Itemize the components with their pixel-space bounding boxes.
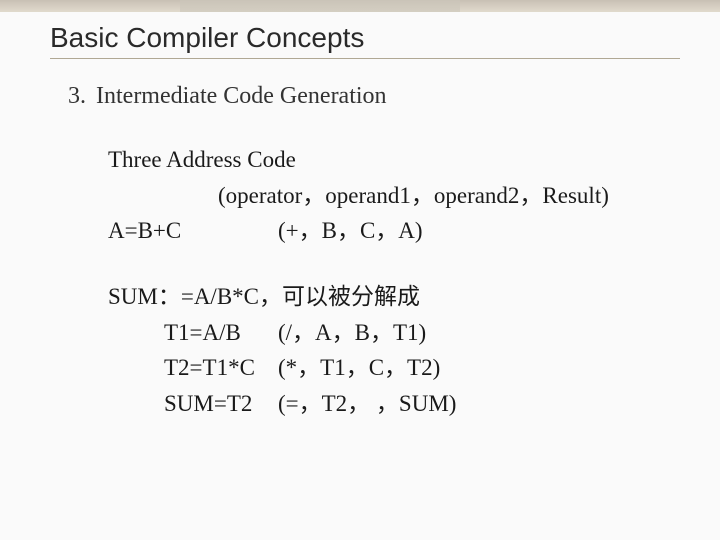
item-number: 3. [68, 83, 86, 110]
slide-body: Three Address Code (operator，operand1，op… [108, 142, 680, 421]
decomp-left: T1=A/B [108, 315, 278, 351]
decomp-left: T2=T1*C [108, 350, 278, 386]
decorative-banner [0, 0, 720, 12]
tac-format: (operator，operand1，operand2，Result) [108, 178, 680, 214]
decomp-right: (/，A，B，T1) [278, 315, 680, 351]
numbered-item: 3. Intermediate Code Generation [50, 83, 680, 110]
tac-heading: Three Address Code [108, 142, 680, 178]
table-row: T2=T1*C (*，T1，C，T2) [108, 350, 680, 386]
table-row: SUM=T2 (=，T2， ，SUM) [108, 386, 680, 422]
slide-title: Basic Compiler Concepts [50, 18, 680, 59]
decomp-left: SUM=T2 [108, 386, 278, 422]
tac-example-left: A=B+C [108, 213, 278, 249]
slide-content: Basic Compiler Concepts 3. Intermediate … [0, 0, 720, 451]
decomposition-block: SUM：=A/B*C，可以被分解成 T1=A/B (/，A，B，T1) T2=T… [108, 279, 680, 422]
table-row: T1=A/B (/，A，B，T1) [108, 315, 680, 351]
decomp-right: (*，T1，C，T2) [278, 350, 680, 386]
tac-example-row: A=B+C (+，B，C，A) [108, 213, 680, 249]
decomp-right: (=，T2， ，SUM) [278, 386, 680, 422]
item-label: Intermediate Code Generation [96, 83, 387, 109]
decomposition-rows: T1=A/B (/，A，B，T1) T2=T1*C (*，T1，C，T2) SU… [108, 315, 680, 422]
tac-example-right: (+，B，C，A) [278, 213, 680, 249]
decomposition-heading: SUM：=A/B*C，可以被分解成 [108, 279, 680, 315]
